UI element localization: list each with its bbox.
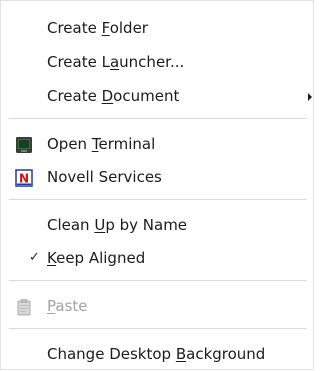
paste-label: Paste [47,297,88,315]
clipboard-icon [15,298,33,316]
menu-item-create-document[interactable]: Create Document [1,82,314,112]
menu-item-paste: Paste [1,292,314,322]
menu-separator [9,280,307,281]
menu-separator [9,328,307,329]
create-document-label: Create Document [47,87,180,105]
menu-item-open-terminal[interactable]: Open Terminal [1,130,314,160]
menu-item-clean-up-by-name[interactable]: Clean Up by Name [1,211,314,241]
open-terminal-label: Open Terminal [47,135,156,153]
keep-aligned-label: Keep Aligned [47,249,146,267]
novell-n-icon: N [15,169,33,187]
menu-separator [9,199,307,200]
terminal-icon [15,136,33,154]
svg-text:N: N [19,172,29,186]
novell-services-label: Novell Services [47,168,162,186]
menu-item-create-folder[interactable]: Create Folder [1,14,314,44]
menu-item-novell-services[interactable]: N Novell Services [1,163,314,193]
menu-item-keep-aligned[interactable]: ✓ Keep Aligned [1,244,314,274]
clean-up-label: Clean Up by Name [47,216,188,234]
create-folder-label: Create Folder [47,19,148,37]
desktop-context-menu: Create Folder Create Launcher... Create … [0,0,314,370]
change-background-label: Change Desktop Background [47,345,266,363]
menu-item-create-launcher[interactable]: Create Launcher... [1,48,314,78]
submenu-arrow-icon [308,93,312,101]
menu-item-change-desktop-background[interactable]: Change Desktop Background [1,340,314,370]
create-launcher-label: Create Launcher... [47,53,185,71]
checkmark-icon: ✓ [29,250,40,265]
menu-separator [9,118,307,119]
